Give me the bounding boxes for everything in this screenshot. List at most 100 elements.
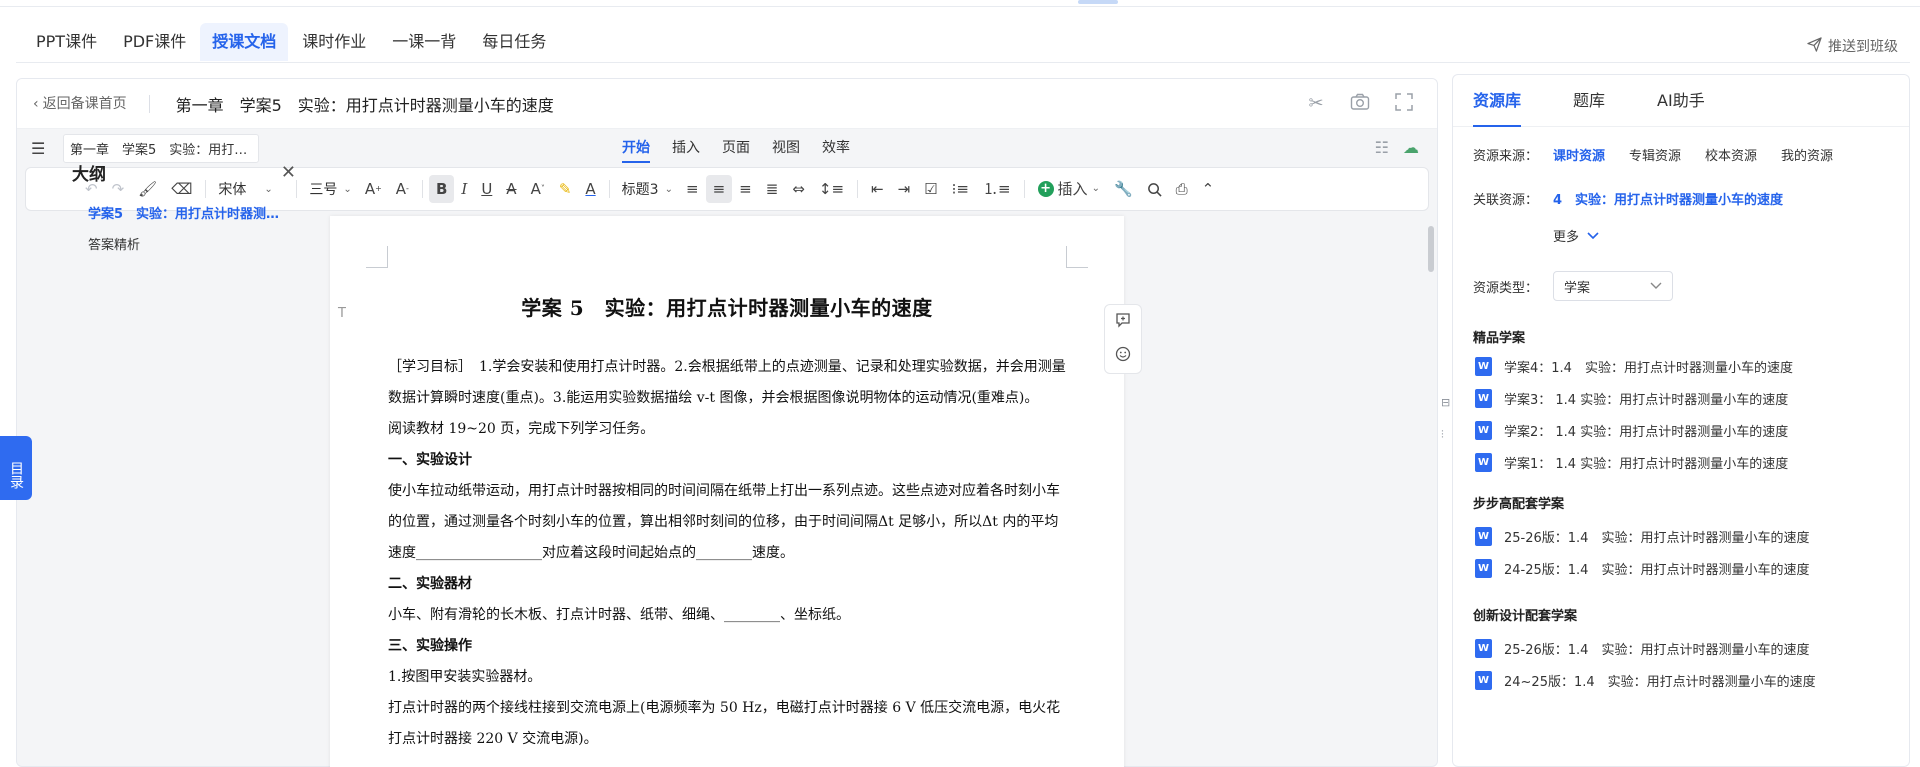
resource-item[interactable]: W 25-26版：1.4 实验：用打点计时器测量小车的速度: [1475, 527, 1809, 546]
resource-item[interactable]: W 学案3： 1.4 实验：用打点计时器测量小车的速度: [1475, 389, 1788, 408]
heading-select[interactable]: 标题3 ⌄: [616, 179, 679, 199]
font-shrink-icon[interactable]: A-: [389, 175, 416, 203]
collapse-icon[interactable]: ⌃: [1195, 175, 1222, 203]
panel-collapse-handle[interactable]: ⊟: [1441, 396, 1450, 409]
indent-icon[interactable]: ⇥: [891, 175, 918, 203]
resource-item[interactable]: W 24-25版：1.4 实验：用打点计时器测量小车的速度: [1475, 559, 1809, 578]
doc-paragraph: 1.按图甲安装实验器材。: [388, 669, 542, 685]
menu-right-icons: ☷ ☁: [1375, 138, 1419, 157]
align-left-icon[interactable]: ≡: [679, 175, 706, 203]
resource-item-label: 学案2： 1.4 实验：用打点计时器测量小车的速度: [1504, 425, 1789, 440]
tab-pdf[interactable]: PDF课件: [111, 23, 198, 61]
menu-page[interactable]: 页面: [722, 129, 750, 167]
doc-paragraph: 使小车拉动纸带运动，用打点计时器按相同的时间间隔在纸带上打出一系列点迹。这些点迹…: [388, 483, 1060, 561]
insert-label: 插入: [1057, 180, 1088, 198]
tabs-divider: [16, 62, 1910, 63]
underline-icon[interactable]: U: [474, 175, 499, 203]
align-right-icon[interactable]: ≡: [732, 175, 759, 203]
resource-type-select[interactable]: 学案: [1553, 271, 1673, 301]
word-doc-icon: W: [1475, 639, 1492, 658]
outline-item-label: 学案5 实验：用打点计时器测量小车的速度: [88, 207, 292, 222]
plus-icon: +: [1037, 181, 1054, 197]
bold-icon[interactable]: B: [428, 175, 455, 203]
source-option[interactable]: 校本资源: [1705, 145, 1757, 164]
word-doc-icon: W: [1475, 357, 1492, 376]
panel-resize-handle[interactable]: ⫶: [1441, 428, 1444, 442]
insert-button[interactable]: + 插入 ⌄: [1031, 175, 1107, 203]
emoji-icon[interactable]: [1115, 346, 1131, 366]
tab-daily-task[interactable]: 每日任务: [470, 23, 558, 61]
align-center-icon[interactable]: ≡: [705, 175, 733, 203]
resource-item[interactable]: W 学案2： 1.4 实验：用打点计时器测量小车的速度: [1475, 421, 1788, 440]
tab-ppt[interactable]: PPT课件: [24, 23, 109, 61]
bullet-list-icon[interactable]: ⁝≡: [945, 175, 976, 203]
outline-item[interactable]: 答案精析: [88, 234, 292, 253]
menu-start[interactable]: 开始: [622, 129, 650, 167]
superscript-icon[interactable]: A ˅: [524, 175, 552, 203]
strikethrough-icon[interactable]: A: [499, 175, 523, 203]
font-color-icon[interactable]: A: [578, 175, 602, 203]
resource-item-label: 25-26版：1.4 实验：用打点计时器测量小车的速度: [1504, 531, 1810, 546]
resource-item[interactable]: W 学案1： 1.4 实验：用打点计时器测量小车的速度: [1475, 453, 1788, 472]
back-to-home-link[interactable]: ‹ 返回备课首页: [33, 94, 150, 113]
source-option[interactable]: 专辑资源: [1629, 145, 1681, 164]
resource-item[interactable]: W 学案4：1.4 实验：用打点计时器测量小车的速度: [1475, 357, 1793, 376]
number-list-icon[interactable]: ⒈≡: [976, 175, 1018, 203]
tab-lesson-doc[interactable]: 授课文档: [200, 23, 289, 61]
push-to-class-button[interactable]: 推送到班级: [1807, 36, 1898, 56]
camera-icon[interactable]: [1349, 93, 1371, 115]
font-size-select[interactable]: 三号 ⌄: [303, 179, 357, 199]
document-title: 学案 5 实验：用打点计时器测量小车的速度: [521, 296, 933, 320]
chevron-down-icon: [1650, 279, 1662, 294]
related-resource-value[interactable]: 4 实验：用打点计时器测量小车的速度: [1553, 189, 1783, 208]
crop-mark: [1066, 246, 1088, 268]
outdent-icon[interactable]: ⇤: [864, 175, 891, 203]
header-icons: ✂: [1305, 93, 1415, 115]
word-doc-icon: W: [1475, 527, 1492, 546]
resource-item[interactable]: W 24~25版：1.4 实验：用打点计时器测量小车的速度: [1475, 671, 1816, 690]
fullscreen-icon[interactable]: [1393, 93, 1415, 115]
search-icon[interactable]: [1140, 175, 1169, 203]
scissors-icon[interactable]: ✂: [1305, 93, 1327, 115]
menu-insert[interactable]: 插入: [672, 129, 700, 167]
resource-item[interactable]: W 25-26版：1.4 实验：用打点计时器测量小车的速度: [1475, 639, 1809, 658]
font-grow-icon[interactable]: A +: [358, 175, 389, 203]
menu-icon[interactable]: ☰: [31, 139, 53, 158]
outline-title: 大纲: [72, 165, 106, 185]
toc-side-tab[interactable]: 目录: [0, 436, 32, 500]
menu-view[interactable]: 视图: [772, 129, 800, 167]
tab-ai-assistant[interactable]: AI助手: [1657, 75, 1705, 127]
more-toggle[interactable]: 更多: [1553, 226, 1599, 245]
checkbox-icon[interactable]: ☑: [917, 175, 944, 203]
highlight-icon[interactable]: ✎: [552, 175, 579, 203]
toolbar-divider: [608, 180, 610, 198]
tab-question-bank[interactable]: 题库: [1573, 75, 1605, 127]
source-option[interactable]: 我的资源: [1781, 145, 1833, 164]
justify-icon[interactable]: ≣: [759, 175, 786, 203]
tab-homework[interactable]: 课时作业: [290, 23, 378, 61]
italic-icon[interactable]: I: [454, 175, 474, 203]
line-spacing-icon[interactable]: ↕≡: [812, 175, 851, 203]
top-drag-indicator[interactable]: [1078, 0, 1118, 4]
print-icon[interactable]: ⎙: [1169, 175, 1195, 203]
word-doc-icon: W: [1475, 421, 1492, 440]
document-scrollbar[interactable]: [1428, 226, 1434, 272]
close-icon[interactable]: ✕: [281, 162, 296, 183]
distribute-icon[interactable]: ⇔: [785, 175, 812, 203]
comment-icon[interactable]: [1115, 312, 1131, 332]
cloud-saved-icon[interactable]: ☁: [1403, 138, 1419, 157]
doc-title: 第一章 学案5 实验：用打点计时器测量小车的速度: [175, 95, 554, 115]
doc-heading: 二、实验器材: [388, 576, 472, 592]
source-option[interactable]: 课时资源: [1553, 145, 1605, 164]
outline-toggle-icon[interactable]: ☷: [1375, 138, 1389, 157]
outline-item[interactable]: 学案5 实验：用打点计时器测量小车的速度: [88, 203, 292, 222]
tab-recite[interactable]: 一课一背: [380, 23, 468, 61]
toolbar-divider: [1023, 180, 1025, 198]
doc-header: ‹ 返回备课首页 第一章 学案5 实验：用打点计时器测量小车的速度 ✂: [17, 79, 1437, 129]
menu-efficiency[interactable]: 效率: [822, 129, 850, 167]
chevron-down-icon: ⌄: [664, 183, 673, 195]
document-page[interactable]: T 学案 5 实验：用打点计时器测量小车的速度 ［学习目标］ 1.学会安装和使用…: [330, 216, 1124, 767]
tools-icon[interactable]: 🔧: [1107, 175, 1140, 203]
tab-resource-library[interactable]: 资源库: [1473, 75, 1522, 127]
doc-name-chip[interactable]: 第一章 学案5 实验：用打点计时器测量小车的速度: [63, 133, 259, 163]
